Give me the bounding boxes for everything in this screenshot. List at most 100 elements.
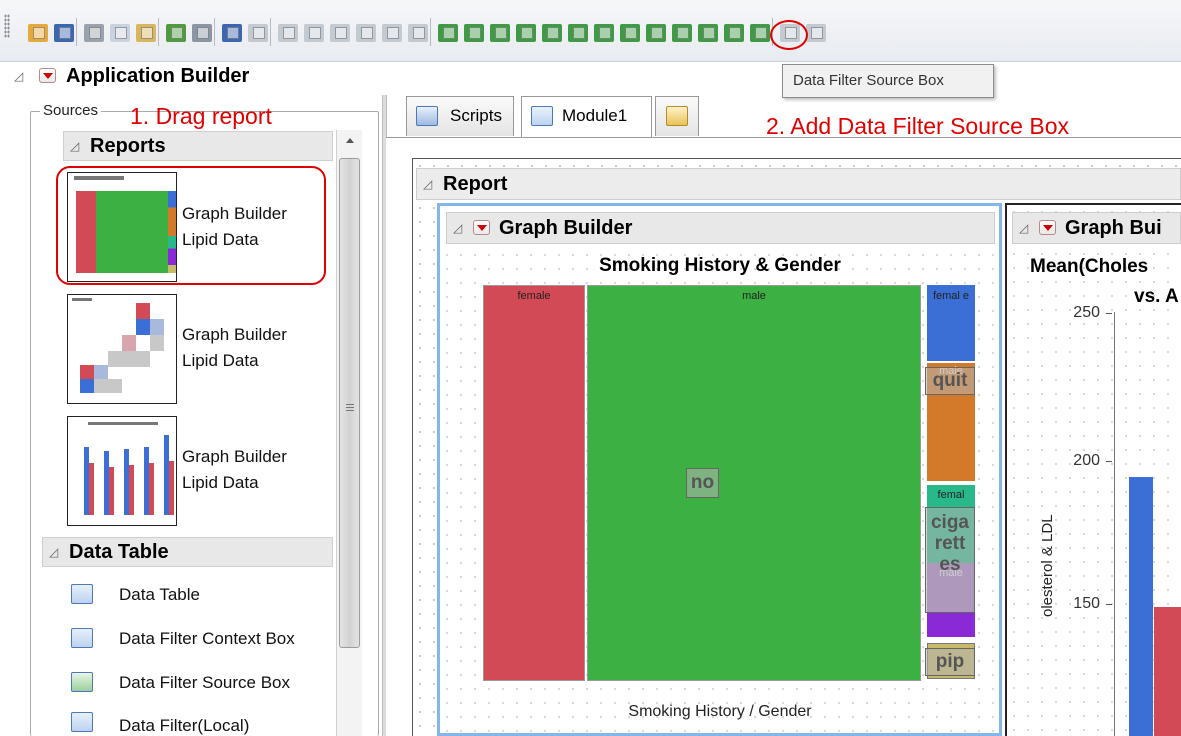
source-item-data-table[interactable]: Data Table: [119, 585, 200, 605]
run-script-icon[interactable]: [166, 24, 186, 42]
y-tick-150: 150: [1073, 595, 1100, 612]
debug-icon[interactable]: [192, 24, 212, 42]
add-h-splitter-icon[interactable]: [620, 24, 640, 42]
add-spacer-icon[interactable]: [698, 24, 718, 42]
paste-icon[interactable]: [136, 24, 156, 42]
module-icon: [531, 106, 553, 126]
graph-2-title-line2: vs. A: [1134, 286, 1179, 307]
align-bottom-icon[interactable]: [408, 24, 428, 42]
graph-2-y-axis-label: olesterol & LDL: [1039, 514, 1056, 617]
thumb-cell: [108, 351, 122, 367]
thumb-cell: [108, 379, 122, 393]
thumb-cell: [122, 335, 136, 351]
thumb-title: [72, 298, 92, 301]
source-item-data-filter-context-box[interactable]: Data Filter Context Box: [119, 629, 295, 649]
add-tab-box-icon[interactable]: [464, 24, 484, 42]
add-panel-box-icon[interactable]: [724, 24, 744, 42]
report-thumbnail-3[interactable]: [67, 416, 177, 526]
save-icon[interactable]: [54, 24, 74, 42]
mosaic-label-female-quit: femal e: [932, 290, 970, 302]
mosaic-plot[interactable]: female male femal e femal male male no q…: [483, 285, 977, 683]
mosaic-cell-female-no: [483, 285, 585, 681]
thumb-bar: [129, 465, 134, 515]
collapse-triangle-icon[interactable]: ◿: [453, 222, 465, 234]
tab-module1-label: Module1: [562, 106, 628, 125]
thumb-cell: [94, 365, 108, 379]
collapse-triangle-icon[interactable]: ◿: [14, 70, 26, 82]
report-2-label-line2: Lipid Data: [182, 351, 259, 370]
scrollbar-thumb[interactable]: [339, 158, 360, 648]
thumb-title: [88, 422, 158, 425]
toolbar-separator: [76, 18, 77, 46]
collapse-triangle-icon[interactable]: ◿: [49, 546, 61, 558]
add-v-splitter-icon[interactable]: [646, 24, 666, 42]
thumb-cell: [136, 303, 150, 319]
graph-builder-1-header[interactable]: ◿ Graph Builder: [446, 212, 995, 244]
disabled-module-icon[interactable]: [248, 24, 268, 42]
add-page-box-icon[interactable]: [750, 24, 770, 42]
data-table-section-header[interactable]: ◿ Data Table: [42, 537, 333, 567]
add-outline-box-icon[interactable]: [438, 24, 458, 42]
application-builder-title: Application Builder: [66, 65, 250, 87]
align-center-icon[interactable]: [304, 24, 324, 42]
red-menu-icon[interactable]: [39, 68, 56, 83]
mosaic-cell-male-cigarettes-2: [927, 613, 975, 637]
graph-1-title: Smoking History & Gender: [599, 255, 841, 276]
data-table-heading: Data Table: [69, 541, 169, 563]
report-thumbnail-2[interactable]: [67, 294, 177, 404]
scroll-up-icon[interactable]: [346, 138, 354, 143]
open-folder-icon[interactable]: [28, 24, 48, 42]
y-tick-250: 250: [1073, 304, 1100, 321]
report-outline-header[interactable]: ◿ Report: [416, 168, 1181, 200]
thumb-cell: [150, 319, 164, 335]
red-menu-icon[interactable]: [1039, 220, 1056, 235]
collapse-triangle-icon[interactable]: ◿: [70, 140, 82, 152]
scripts-icon: [416, 106, 438, 126]
data-table-icon: [71, 584, 93, 604]
cut-icon[interactable]: [84, 24, 104, 42]
mosaic-label-female: female: [517, 290, 551, 302]
align-top-icon[interactable]: [356, 24, 376, 42]
toolbar-separator: [158, 18, 159, 46]
graph-2-title-line1: Mean(Choles: [1030, 256, 1149, 277]
add-data-filter-context-icon[interactable]: [516, 24, 536, 42]
collapse-triangle-icon[interactable]: ◿: [423, 178, 435, 190]
edit-module-icon[interactable]: [222, 24, 242, 42]
data-filter-source-icon: [71, 672, 93, 692]
thumb-cell: [80, 379, 94, 393]
thumb-bar: [109, 467, 114, 515]
red-menu-icon[interactable]: [473, 220, 490, 235]
add-data-filter-source-icon[interactable]: [542, 24, 562, 42]
mosaic-label-male: male: [742, 290, 766, 302]
add-v-list-icon[interactable]: [594, 24, 614, 42]
mosaic-label-cigarettes: ciga rett es: [925, 507, 975, 613]
thumb-cell: [94, 379, 108, 393]
align-middle-icon[interactable]: [382, 24, 402, 42]
source-item-data-filter-local[interactable]: Data Filter(Local): [119, 716, 249, 736]
tab-new-module[interactable]: [655, 96, 699, 136]
y-tick-mark: [1106, 604, 1112, 605]
graph-2-bar-blue: [1129, 477, 1153, 736]
sources-scrollbar[interactable]: [336, 130, 362, 736]
disabled-extra-icon[interactable]: [806, 24, 826, 42]
data-filter-source-button-highlight: [770, 20, 808, 50]
add-h-list-icon[interactable]: [568, 24, 588, 42]
tab-scripts[interactable]: Scripts: [406, 96, 514, 136]
mosaic-label-no: no: [686, 468, 719, 498]
add-border-box-icon[interactable]: [672, 24, 692, 42]
reports-section-header[interactable]: ◿ Reports: [63, 131, 333, 161]
align-right-icon[interactable]: [330, 24, 350, 42]
graph-builder-1-heading: Graph Builder: [499, 217, 633, 239]
add-splitter-box-icon[interactable]: [490, 24, 510, 42]
toolbar-separator: [270, 18, 271, 46]
copy-icon[interactable]: [110, 24, 130, 42]
graph-builder-2-header[interactable]: ◿ Graph Bui: [1012, 212, 1181, 244]
data-filter-context-icon: [71, 628, 93, 648]
toolbar-grip[interactable]: [4, 14, 10, 38]
y-tick-mark: [1106, 461, 1112, 462]
report-3-label-line1: Graph Builder: [182, 447, 287, 466]
source-item-data-filter-source-box[interactable]: Data Filter Source Box: [119, 673, 290, 693]
collapse-triangle-icon[interactable]: ◿: [1019, 222, 1031, 234]
tab-module1[interactable]: Module1: [521, 96, 652, 138]
align-left-icon[interactable]: [278, 24, 298, 42]
